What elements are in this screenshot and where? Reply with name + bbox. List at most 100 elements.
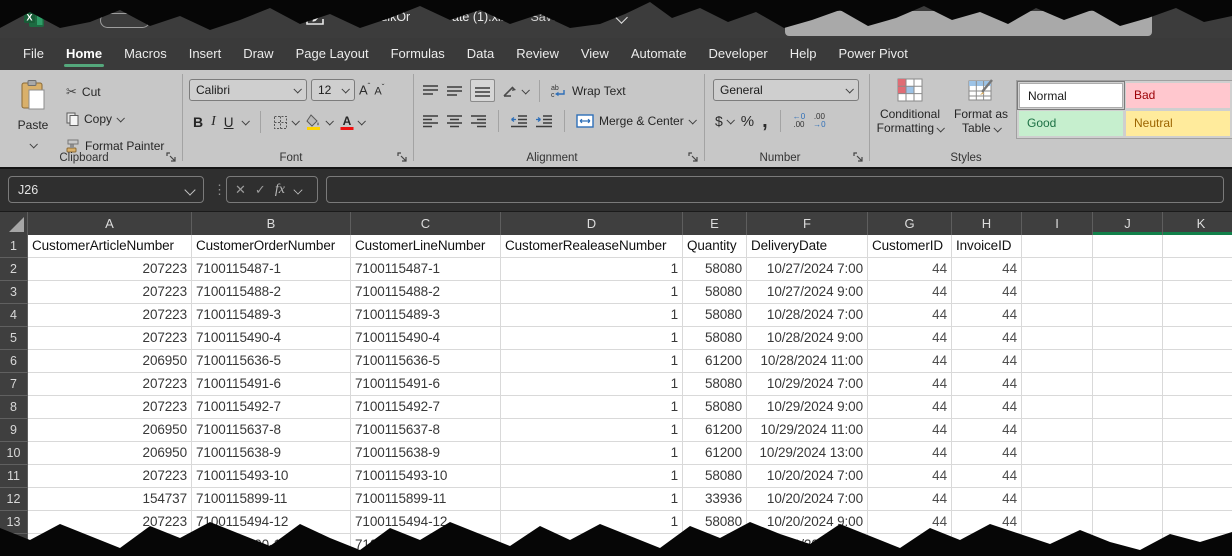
tab-page-layout[interactable]: Page Layout (285, 38, 380, 70)
cell-E4[interactable]: 58080 (683, 304, 747, 327)
cell-A1[interactable]: CustomerArticleNumber (28, 235, 192, 258)
merge-center-button[interactable]: Merge & Center (576, 111, 695, 131)
row-header-3[interactable]: 3 (0, 281, 28, 304)
cell-G3[interactable]: 44 (868, 281, 952, 304)
number-dialog-launcher[interactable] (853, 152, 864, 163)
cell-E1[interactable]: Quantity (683, 235, 747, 258)
cell-H6[interactable]: 44 (952, 350, 1022, 373)
cell-I13[interactable] (1022, 511, 1093, 534)
cell-style-bad[interactable]: Bad (1126, 83, 1230, 108)
cell-K10[interactable] (1163, 442, 1232, 465)
conditional-formatting-button[interactable]: Conditional Formatting (876, 78, 944, 135)
clipboard-dialog-launcher[interactable] (166, 152, 177, 163)
cell-K7[interactable] (1163, 373, 1232, 396)
column-header-A[interactable]: A (28, 212, 192, 235)
cell-F3[interactable]: 10/27/2024 9:00 (747, 281, 868, 304)
row-header-8[interactable]: 8 (0, 396, 28, 419)
cell-J7[interactable] (1093, 373, 1163, 396)
cell-H2[interactable]: 44 (952, 258, 1022, 281)
cell-J9[interactable] (1093, 419, 1163, 442)
tab-macros[interactable]: Macros (113, 38, 178, 70)
cell-B8[interactable]: 7100115492-7 (192, 396, 351, 419)
cell-A10[interactable]: 206950 (28, 442, 192, 465)
paste-button[interactable]: Paste (10, 80, 56, 153)
cell-J13[interactable] (1093, 511, 1163, 534)
top-align-button[interactable] (422, 84, 439, 98)
cell-J3[interactable] (1093, 281, 1163, 304)
tab-review[interactable]: Review (505, 38, 570, 70)
cell-B5[interactable]: 7100115490-4 (192, 327, 351, 350)
cell-H13[interactable]: 44 (952, 511, 1022, 534)
cell-E2[interactable]: 58080 (683, 258, 747, 281)
cell-H1[interactable]: InvoiceID (952, 235, 1022, 258)
cell-I4[interactable] (1022, 304, 1093, 327)
cell-I5[interactable] (1022, 327, 1093, 350)
cell-G14[interactable]: 44 (868, 534, 952, 556)
tab-data[interactable]: Data (456, 38, 505, 70)
font-size-combo[interactable]: 12 (311, 79, 355, 101)
cell-D14[interactable]: 1 (501, 534, 683, 556)
cell-D13[interactable]: 1 (501, 511, 683, 534)
cell-A8[interactable]: 207223 (28, 396, 192, 419)
cell-J11[interactable] (1093, 465, 1163, 488)
formula-options-chevron-icon[interactable] (293, 185, 302, 194)
cell-J10[interactable] (1093, 442, 1163, 465)
cell-F4[interactable]: 10/28/2024 7:00 (747, 304, 868, 327)
cell-J5[interactable] (1093, 327, 1163, 350)
cell-B9[interactable]: 7100115637-8 (192, 419, 351, 442)
cell-K11[interactable] (1163, 465, 1232, 488)
cell-C6[interactable]: 7100115636-5 (351, 350, 501, 373)
font-dialog-launcher[interactable] (397, 152, 408, 163)
cell-E13[interactable]: 58080 (683, 511, 747, 534)
cell-E9[interactable]: 61200 (683, 419, 747, 442)
cell-F1[interactable]: DeliveryDate (747, 235, 868, 258)
cell-K2[interactable] (1163, 258, 1232, 281)
italic-button[interactable]: I (211, 114, 216, 130)
cell-B4[interactable]: 7100115489-3 (192, 304, 351, 327)
bottom-align-button[interactable] (470, 79, 495, 102)
cell-C11[interactable]: 7100115493-10 (351, 465, 501, 488)
cell-D2[interactable]: 1 (501, 258, 683, 281)
cell-K1[interactable] (1163, 235, 1232, 258)
cell-J6[interactable] (1093, 350, 1163, 373)
cell-C5[interactable]: 7100115490-4 (351, 327, 501, 350)
format-as-table-button[interactable]: Format as Table (950, 78, 1012, 135)
tab-insert[interactable]: Insert (178, 38, 233, 70)
bold-button[interactable]: B (193, 114, 203, 130)
row-header-12[interactable]: 12 (0, 488, 28, 511)
percent-format-button[interactable]: % (741, 113, 754, 130)
cell-B14[interactable]: 7100115900-13 (192, 534, 351, 556)
cell-A2[interactable]: 207223 (28, 258, 192, 281)
cell-E5[interactable]: 58080 (683, 327, 747, 350)
cell-K14[interactable] (1163, 534, 1232, 556)
cell-I2[interactable] (1022, 258, 1093, 281)
cell-F13[interactable]: 10/20/2024 9:00 (747, 511, 868, 534)
column-header-H[interactable]: H (952, 212, 1022, 235)
cell-D12[interactable]: 1 (501, 488, 683, 511)
cell-G8[interactable]: 44 (868, 396, 952, 419)
cell-F14[interactable]: 10/20/2024 9:00 (747, 534, 868, 556)
cell-G1[interactable]: CustomerID (868, 235, 952, 258)
cell-E8[interactable]: 58080 (683, 396, 747, 419)
cell-J4[interactable] (1093, 304, 1163, 327)
column-header-G[interactable]: G (868, 212, 952, 235)
tab-formulas[interactable]: Formulas (380, 38, 456, 70)
cell-B3[interactable]: 7100115488-2 (192, 281, 351, 304)
cell-C14[interactable]: 7100115900-13 (351, 534, 501, 556)
cell-I8[interactable] (1022, 396, 1093, 419)
tab-power-pivot[interactable]: Power Pivot (827, 38, 918, 70)
cell-J12[interactable] (1093, 488, 1163, 511)
cell-G2[interactable]: 44 (868, 258, 952, 281)
cell-G10[interactable]: 44 (868, 442, 952, 465)
column-header-D[interactable]: D (501, 212, 683, 235)
tab-view[interactable]: View (570, 38, 620, 70)
decrease-font-size-button[interactable]: Aˇ (374, 83, 384, 98)
cell-J2[interactable] (1093, 258, 1163, 281)
cell-B12[interactable]: 7100115899-11 (192, 488, 351, 511)
confirm-entry-button[interactable]: ✓ (255, 182, 266, 198)
formula-input[interactable] (326, 176, 1224, 203)
fill-color-button[interactable] (306, 114, 322, 130)
cell-H14[interactable]: 44 (952, 534, 1022, 556)
row-header-9[interactable]: 9 (0, 419, 28, 442)
cell-D10[interactable]: 1 (501, 442, 683, 465)
